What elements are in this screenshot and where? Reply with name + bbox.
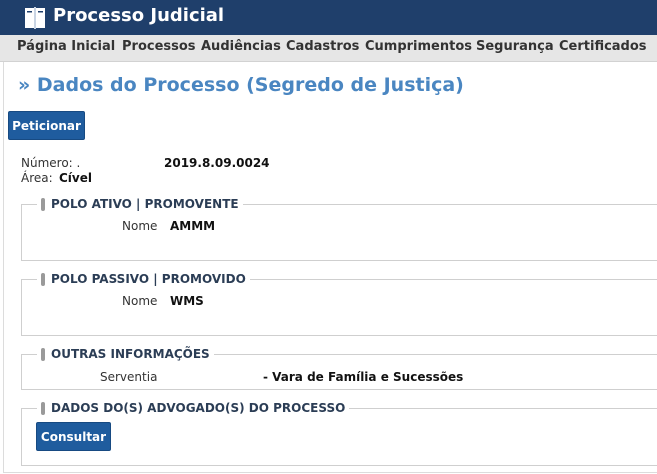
area-label: Área:: [21, 171, 53, 185]
serventia-value: - Vara de Família e Sucessões: [263, 370, 464, 384]
serventia-label: Serventia: [100, 370, 158, 384]
app-header: Processo Judicial: [0, 0, 657, 35]
menu-item-audiencias[interactable]: Audiências: [201, 39, 281, 54]
numero-label: Número: .: [21, 156, 81, 170]
polo-ativo-nome-value: AMMM: [170, 219, 216, 233]
outras-informacoes-section: OUTRAS INFORMAÇÕES Serventia - Vara de F…: [21, 347, 657, 390]
app-title: Processo Judicial: [53, 5, 225, 26]
polo-ativo-legend: POLO ATIVO | PROMOVENTE: [37, 197, 243, 212]
consultar-button[interactable]: Consultar: [36, 422, 111, 451]
menu-item-processos[interactable]: Processos: [122, 39, 196, 54]
outras-informacoes-legend: OUTRAS INFORMAÇÕES: [37, 347, 214, 362]
polo-ativo-nome-label: Nome: [122, 219, 158, 233]
menu-item-pagina-inicial[interactable]: Página Inicial: [17, 39, 115, 54]
polo-ativo-section: POLO ATIVO | PROMOVENTE Nome AMMM: [21, 197, 657, 261]
advogados-legend: DADOS DO(S) ADVOGADO(S) DO PROCESSO: [37, 401, 350, 416]
area-value: Cível: [59, 171, 92, 185]
page-title: » Dados do Processo (Segredo de Justiça): [18, 74, 464, 96]
menu-item-cumprimentos[interactable]: Cumprimentos: [365, 39, 472, 54]
menu-item-seguranca[interactable]: Segurança: [476, 39, 554, 54]
main-menu: Página Inicial Processos Audiências Cada…: [0, 35, 657, 62]
polo-passivo-nome-value: WMS: [170, 294, 204, 308]
polo-passivo-section: POLO PASSIVO | PROMOVIDO Nome WMS: [21, 272, 657, 336]
peticionar-button[interactable]: Peticionar: [8, 111, 85, 140]
book-icon: [25, 7, 45, 29]
advogados-section: DADOS DO(S) ADVOGADO(S) DO PROCESSO Cons…: [21, 401, 657, 466]
polo-passivo-nome-label: Nome: [122, 294, 158, 308]
polo-passivo-legend: POLO PASSIVO | PROMOVIDO: [37, 272, 250, 287]
numero-value: 2019.8.09.0024: [164, 156, 270, 170]
menu-item-cadastros[interactable]: Cadastros: [286, 39, 359, 54]
menu-item-certificados[interactable]: Certificados: [559, 39, 647, 54]
